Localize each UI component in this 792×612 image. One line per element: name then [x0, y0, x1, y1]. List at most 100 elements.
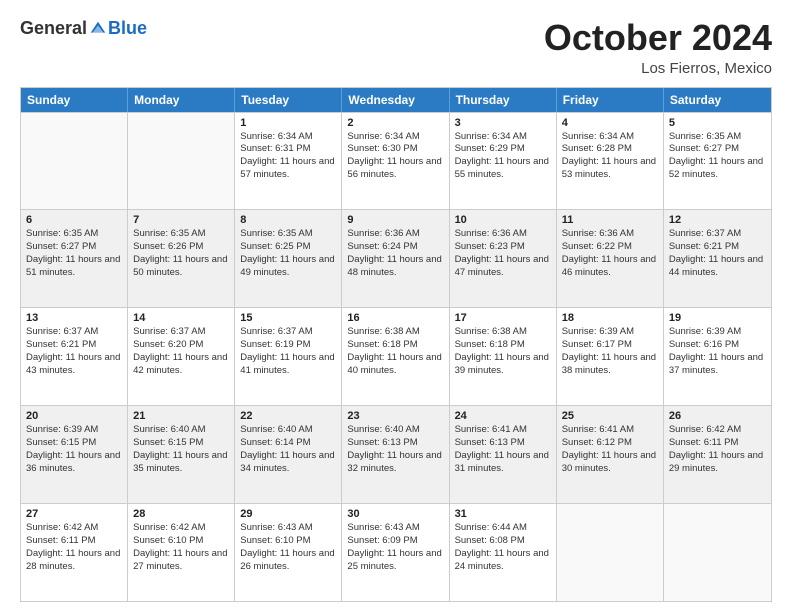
day-of-week-monday: Monday — [128, 88, 235, 112]
cell-info: Sunrise: 6:35 AMSunset: 6:27 PMDaylight:… — [26, 228, 122, 279]
calendar-cell: 6 Sunrise: 6:35 AMSunset: 6:27 PMDaylight… — [21, 210, 128, 307]
header: General Blue October 2024 Los Fierros, M… — [20, 18, 772, 77]
day-number: 6 — [26, 214, 122, 226]
cell-info: Sunrise: 6:37 AMSunset: 6:21 PMDaylight:… — [26, 326, 122, 377]
cell-info: Sunrise: 6:37 AMSunset: 6:20 PMDaylight:… — [133, 326, 229, 377]
cell-info: Sunrise: 6:44 AMSunset: 6:08 PMDaylight:… — [455, 522, 551, 573]
day-number: 24 — [455, 410, 551, 422]
cell-info: Sunrise: 6:34 AMSunset: 6:31 PMDaylight:… — [240, 131, 336, 182]
calendar-cell: 21 Sunrise: 6:40 AMSunset: 6:15 PMDayligh… — [128, 406, 235, 503]
cell-info: Sunrise: 6:40 AMSunset: 6:14 PMDaylight:… — [240, 424, 336, 475]
cell-info: Sunrise: 6:41 AMSunset: 6:13 PMDaylight:… — [455, 424, 551, 475]
calendar-row: 13 Sunrise: 6:37 AMSunset: 6:21 PMDayligh… — [21, 307, 771, 405]
day-number: 16 — [347, 312, 443, 324]
calendar-cell: 8 Sunrise: 6:35 AMSunset: 6:25 PMDaylight… — [235, 210, 342, 307]
day-number: 7 — [133, 214, 229, 226]
calendar-cell: 10 Sunrise: 6:36 AMSunset: 6:23 PMDayligh… — [450, 210, 557, 307]
day-number: 17 — [455, 312, 551, 324]
day-number: 29 — [240, 508, 336, 520]
cell-info: Sunrise: 6:39 AMSunset: 6:17 PMDaylight:… — [562, 326, 658, 377]
calendar-row: 6 Sunrise: 6:35 AMSunset: 6:27 PMDaylight… — [21, 209, 771, 307]
day-number: 23 — [347, 410, 443, 422]
calendar-cell: 26 Sunrise: 6:42 AMSunset: 6:11 PMDayligh… — [664, 406, 771, 503]
day-number: 4 — [562, 117, 658, 129]
cell-info: Sunrise: 6:34 AMSunset: 6:29 PMDaylight:… — [455, 131, 551, 182]
day-of-week-friday: Friday — [557, 88, 664, 112]
calendar-cell: 29 Sunrise: 6:43 AMSunset: 6:10 PMDayligh… — [235, 504, 342, 601]
day-of-week-saturday: Saturday — [664, 88, 771, 112]
cell-info: Sunrise: 6:42 AMSunset: 6:11 PMDaylight:… — [26, 522, 122, 573]
calendar-row: 1Sunrise: 6:34 AMSunset: 6:31 PMDaylight… — [21, 112, 771, 210]
calendar-row: 20Sunrise: 6:39 AMSunset: 6:15 PMDayligh… — [21, 405, 771, 503]
day-of-week-sunday: Sunday — [21, 88, 128, 112]
cell-info: Sunrise: 6:41 AMSunset: 6:12 PMDaylight:… — [562, 424, 658, 475]
calendar-cell — [21, 113, 128, 210]
calendar-cell: 17 Sunrise: 6:38 AMSunset: 6:18 PMDayligh… — [450, 308, 557, 405]
day-number: 25 — [562, 410, 658, 422]
calendar-cell: 31 Sunrise: 6:44 AMSunset: 6:08 PMDayligh… — [450, 504, 557, 601]
day-number: 26 — [669, 410, 766, 422]
calendar-cell: 1Sunrise: 6:34 AMSunset: 6:31 PMDaylight… — [235, 113, 342, 210]
calendar-row: 27 Sunrise: 6:42 AMSunset: 6:11 PMDayligh… — [21, 503, 771, 601]
logo-blue-text: Blue — [108, 18, 147, 39]
month-title: October 2024 — [544, 18, 772, 58]
calendar-cell: 7 Sunrise: 6:35 AMSunset: 6:26 PMDaylight… — [128, 210, 235, 307]
calendar-cell: 18 Sunrise: 6:39 AMSunset: 6:17 PMDayligh… — [557, 308, 664, 405]
day-number: 15 — [240, 312, 336, 324]
cell-info: Sunrise: 6:36 AMSunset: 6:22 PMDaylight:… — [562, 228, 658, 279]
calendar-cell: 9 Sunrise: 6:36 AMSunset: 6:24 PMDaylight… — [342, 210, 449, 307]
cell-info: Sunrise: 6:36 AMSunset: 6:23 PMDaylight:… — [455, 228, 551, 279]
logo-icon — [89, 20, 107, 38]
day-number: 18 — [562, 312, 658, 324]
calendar-cell: 3Sunrise: 6:34 AMSunset: 6:29 PMDaylight… — [450, 113, 557, 210]
title-block: October 2024 Los Fierros, Mexico — [544, 18, 772, 77]
cell-info: Sunrise: 6:40 AMSunset: 6:13 PMDaylight:… — [347, 424, 443, 475]
calendar-cell: 30 Sunrise: 6:43 AMSunset: 6:09 PMDayligh… — [342, 504, 449, 601]
calendar-cell: 20Sunrise: 6:39 AMSunset: 6:15 PMDayligh… — [21, 406, 128, 503]
calendar-cell: 24 Sunrise: 6:41 AMSunset: 6:13 PMDayligh… — [450, 406, 557, 503]
logo-general-text: General — [20, 18, 87, 39]
page: General Blue October 2024 Los Fierros, M… — [0, 0, 792, 612]
day-number: 8 — [240, 214, 336, 226]
calendar-cell: 5Sunrise: 6:35 AMSunset: 6:27 PMDaylight… — [664, 113, 771, 210]
cell-info: Sunrise: 6:34 AMSunset: 6:28 PMDaylight:… — [562, 131, 658, 182]
day-number: 19 — [669, 312, 766, 324]
cell-info: Sunrise: 6:38 AMSunset: 6:18 PMDaylight:… — [347, 326, 443, 377]
calendar-cell — [557, 504, 664, 601]
calendar-cell: 4 Sunrise: 6:34 AMSunset: 6:28 PMDaylight… — [557, 113, 664, 210]
day-number: 10 — [455, 214, 551, 226]
day-number: 21 — [133, 410, 229, 422]
calendar-cell: 14Sunrise: 6:37 AMSunset: 6:20 PMDayligh… — [128, 308, 235, 405]
calendar-cell: 15 Sunrise: 6:37 AMSunset: 6:19 PMDayligh… — [235, 308, 342, 405]
calendar-header: SundayMondayTuesdayWednesdayThursdayFrid… — [21, 88, 771, 112]
day-number: 28 — [133, 508, 229, 520]
cell-info: Sunrise: 6:36 AMSunset: 6:24 PMDaylight:… — [347, 228, 443, 279]
cell-info: Sunrise: 6:42 AMSunset: 6:11 PMDaylight:… — [669, 424, 766, 475]
calendar-cell: 11Sunrise: 6:36 AMSunset: 6:22 PMDayligh… — [557, 210, 664, 307]
cell-info: Sunrise: 6:35 AMSunset: 6:25 PMDaylight:… — [240, 228, 336, 279]
day-number: 30 — [347, 508, 443, 520]
day-number: 13 — [26, 312, 122, 324]
logo: General Blue — [20, 18, 147, 39]
day-number: 27 — [26, 508, 122, 520]
calendar-cell: 13 Sunrise: 6:37 AMSunset: 6:21 PMDayligh… — [21, 308, 128, 405]
day-number: 20 — [26, 410, 122, 422]
calendar: SundayMondayTuesdayWednesdayThursdayFrid… — [20, 87, 772, 602]
cell-info: Sunrise: 6:43 AMSunset: 6:10 PMDaylight:… — [240, 522, 336, 573]
day-number: 31 — [455, 508, 551, 520]
calendar-cell: 2Sunrise: 6:34 AMSunset: 6:30 PMDaylight… — [342, 113, 449, 210]
calendar-cell: 12Sunrise: 6:37 AMSunset: 6:21 PMDayligh… — [664, 210, 771, 307]
day-number: 2 — [347, 117, 443, 129]
cell-info: Sunrise: 6:38 AMSunset: 6:18 PMDaylight:… — [455, 326, 551, 377]
day-number: 9 — [347, 214, 443, 226]
cell-info: Sunrise: 6:35 AMSunset: 6:26 PMDaylight:… — [133, 228, 229, 279]
cell-info: Sunrise: 6:42 AMSunset: 6:10 PMDaylight:… — [133, 522, 229, 573]
calendar-cell: 22 Sunrise: 6:40 AMSunset: 6:14 PMDayligh… — [235, 406, 342, 503]
calendar-cell: 25 Sunrise: 6:41 AMSunset: 6:12 PMDayligh… — [557, 406, 664, 503]
cell-info: Sunrise: 6:43 AMSunset: 6:09 PMDaylight:… — [347, 522, 443, 573]
cell-info: Sunrise: 6:37 AMSunset: 6:19 PMDaylight:… — [240, 326, 336, 377]
day-number: 22 — [240, 410, 336, 422]
day-number: 12 — [669, 214, 766, 226]
location: Los Fierros, Mexico — [544, 60, 772, 77]
cell-info: Sunrise: 6:40 AMSunset: 6:15 PMDaylight:… — [133, 424, 229, 475]
